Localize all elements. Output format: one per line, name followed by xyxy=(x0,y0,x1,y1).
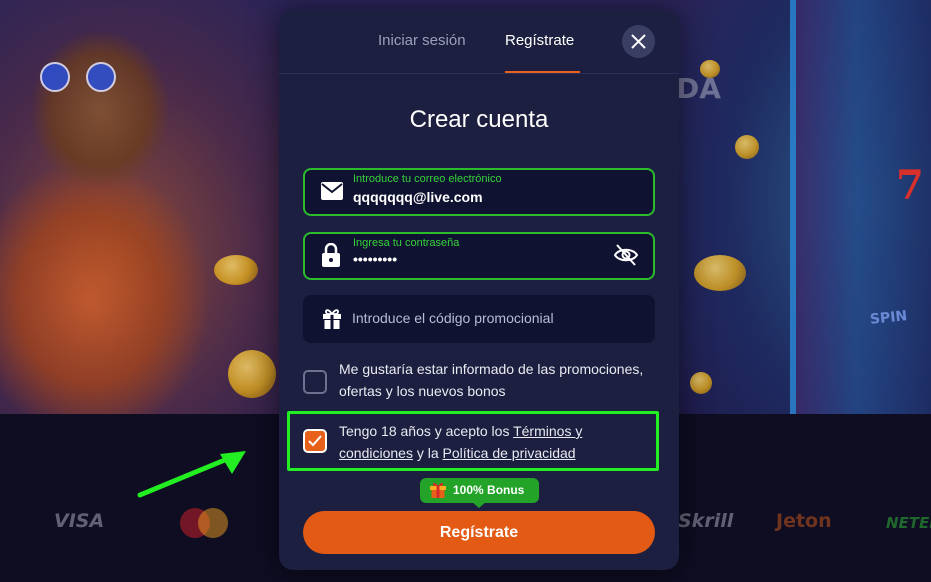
coin-decoration xyxy=(735,135,759,159)
newsletter-label: Me gustaría estar informado de las promo… xyxy=(339,361,644,399)
email-field[interactable]: Introduce tu correo electrónico qqqqqqq@… xyxy=(303,168,655,216)
coin-decoration xyxy=(694,255,746,291)
payment-logo-jeton: Jeton xyxy=(776,510,832,532)
registration-modal: Iniciar sesión Regístrate Crear cuenta I… xyxy=(279,10,679,570)
newsletter-checkbox[interactable] xyxy=(303,370,327,394)
coin-decoration xyxy=(214,255,258,285)
gift-icon xyxy=(323,309,341,329)
mastercard-logo-circle xyxy=(198,508,228,538)
background-title-fragment: DA xyxy=(676,72,721,105)
annotation-arrow-icon xyxy=(137,451,246,498)
slot-seven-symbol: 7 xyxy=(896,162,924,209)
gift-box-icon xyxy=(430,482,446,498)
password-input[interactable]: ••••••••• xyxy=(353,251,603,267)
lock-icon xyxy=(322,243,340,267)
payment-logo-visa: VISA xyxy=(54,510,105,532)
password-field[interactable]: Ingresa tu contraseña ••••••••• xyxy=(303,232,655,280)
newsletter-option: Me gustaría estar informado de las promo… xyxy=(303,358,655,404)
register-submit-button[interactable]: Regístrate xyxy=(303,511,655,554)
mascot-glasses-left xyxy=(40,62,70,92)
close-button[interactable] xyxy=(622,25,655,58)
email-input[interactable]: qqqqqqq@live.com xyxy=(353,189,603,205)
terms-highlight-box xyxy=(287,411,659,471)
bonus-badge-label: 100% Bonus xyxy=(453,483,525,497)
active-tab-indicator xyxy=(505,71,580,73)
coin-decoration xyxy=(228,350,276,398)
password-field-label: Ingresa tu contraseña xyxy=(353,237,460,249)
payment-logo-skrill: Skrill xyxy=(678,510,734,532)
email-field-label: Introduce tu correo electrónico xyxy=(353,173,502,185)
auth-tabs: Iniciar sesión Regístrate xyxy=(279,10,679,74)
tab-login[interactable]: Iniciar sesión xyxy=(378,32,466,49)
tab-register[interactable]: Regístrate xyxy=(505,32,574,49)
mascot-glasses-right xyxy=(86,62,116,92)
eye-off-icon[interactable] xyxy=(613,242,639,268)
close-icon xyxy=(631,34,646,49)
envelope-icon xyxy=(321,182,343,200)
form-title: Crear cuenta xyxy=(409,106,549,133)
bonus-badge-pointer xyxy=(472,502,486,508)
bonus-badge: 100% Bonus xyxy=(420,478,539,508)
coin-decoration xyxy=(690,372,712,394)
promo-code-input[interactable] xyxy=(352,310,642,326)
promo-code-field[interactable] xyxy=(303,295,655,343)
payment-logo-neteller: NETELL xyxy=(886,514,931,532)
lion-mascot-illustration xyxy=(0,0,260,414)
